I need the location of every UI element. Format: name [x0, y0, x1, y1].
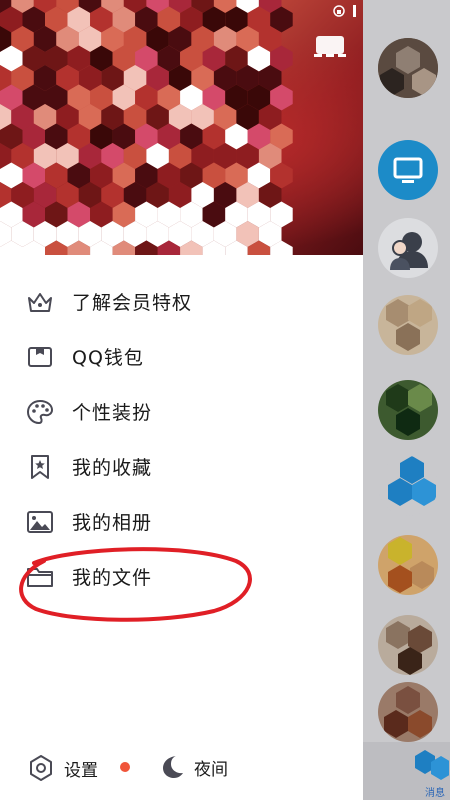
menu-item-label: 我的相册 — [72, 512, 153, 534]
night-mode-label: 夜间 — [194, 759, 228, 780]
menu-item-label: 了解会员特权 — [72, 292, 193, 314]
menu-item-membership[interactable]: 了解会员特权 — [0, 274, 363, 329]
chat-avatar[interactable] — [378, 535, 438, 595]
moon-icon — [163, 756, 183, 778]
wallet-icon — [26, 343, 54, 371]
settings-hexagon-icon — [30, 755, 52, 781]
settings-button[interactable]: 设置 — [28, 754, 130, 782]
menu-item-label: 我的文件 — [72, 567, 153, 589]
menu-item-wallet[interactable]: QQ钱包 — [0, 329, 363, 384]
notification-dot — [120, 762, 130, 772]
pixelated-cover-image — [0, 0, 293, 255]
qr-code-icon[interactable] — [312, 34, 348, 64]
folder-icon — [26, 563, 54, 591]
profile-header-background[interactable] — [0, 0, 363, 255]
menu-item-label: 我的收藏 — [72, 457, 153, 479]
dimmed-chat-list[interactable]: 消息 — [363, 0, 450, 800]
menu-item-label: 个性装扮 — [72, 402, 153, 424]
settings-label: 设置 — [64, 760, 98, 781]
night-mode-button[interactable]: 夜间 — [160, 754, 228, 780]
messages-tab-label[interactable]: 消息 — [425, 784, 445, 799]
menu-item-files[interactable]: 我的文件 — [0, 549, 363, 604]
status-bar-icons — [333, 5, 356, 17]
monitor-icon — [393, 157, 423, 183]
chat-avatar-my-computer[interactable] — [378, 140, 438, 200]
drawer-bottom-bar: 设置 夜间 — [0, 740, 363, 800]
menu-item-album[interactable]: 我的相册 — [0, 494, 363, 549]
menu-item-favorites[interactable]: 我的收藏 — [0, 439, 363, 494]
bookmark-star-icon — [26, 453, 54, 481]
menu-item-personalize[interactable]: 个性装扮 — [0, 384, 363, 439]
chat-avatar[interactable] — [378, 295, 438, 355]
image-icon — [26, 508, 54, 536]
crown-icon — [26, 288, 54, 316]
chat-avatar[interactable] — [378, 38, 438, 98]
group-people-icon — [390, 232, 428, 270]
menu-item-label: QQ钱包 — [72, 347, 144, 369]
chat-avatar[interactable] — [378, 380, 438, 440]
chat-avatar[interactable] — [378, 456, 438, 516]
chat-avatar-group[interactable] — [378, 218, 438, 278]
chat-avatar[interactable] — [378, 682, 438, 742]
chat-avatar[interactable] — [378, 615, 438, 675]
messages-tab-icon[interactable] — [415, 748, 449, 784]
palette-icon — [26, 398, 54, 426]
drawer-menu: 了解会员特权 QQ钱包 个性装扮 我的收藏 我的相册 我的文件 — [0, 274, 363, 604]
side-drawer: 了解会员特权 QQ钱包 个性装扮 我的收藏 我的相册 我的文件 设置 夜间 — [0, 0, 363, 800]
